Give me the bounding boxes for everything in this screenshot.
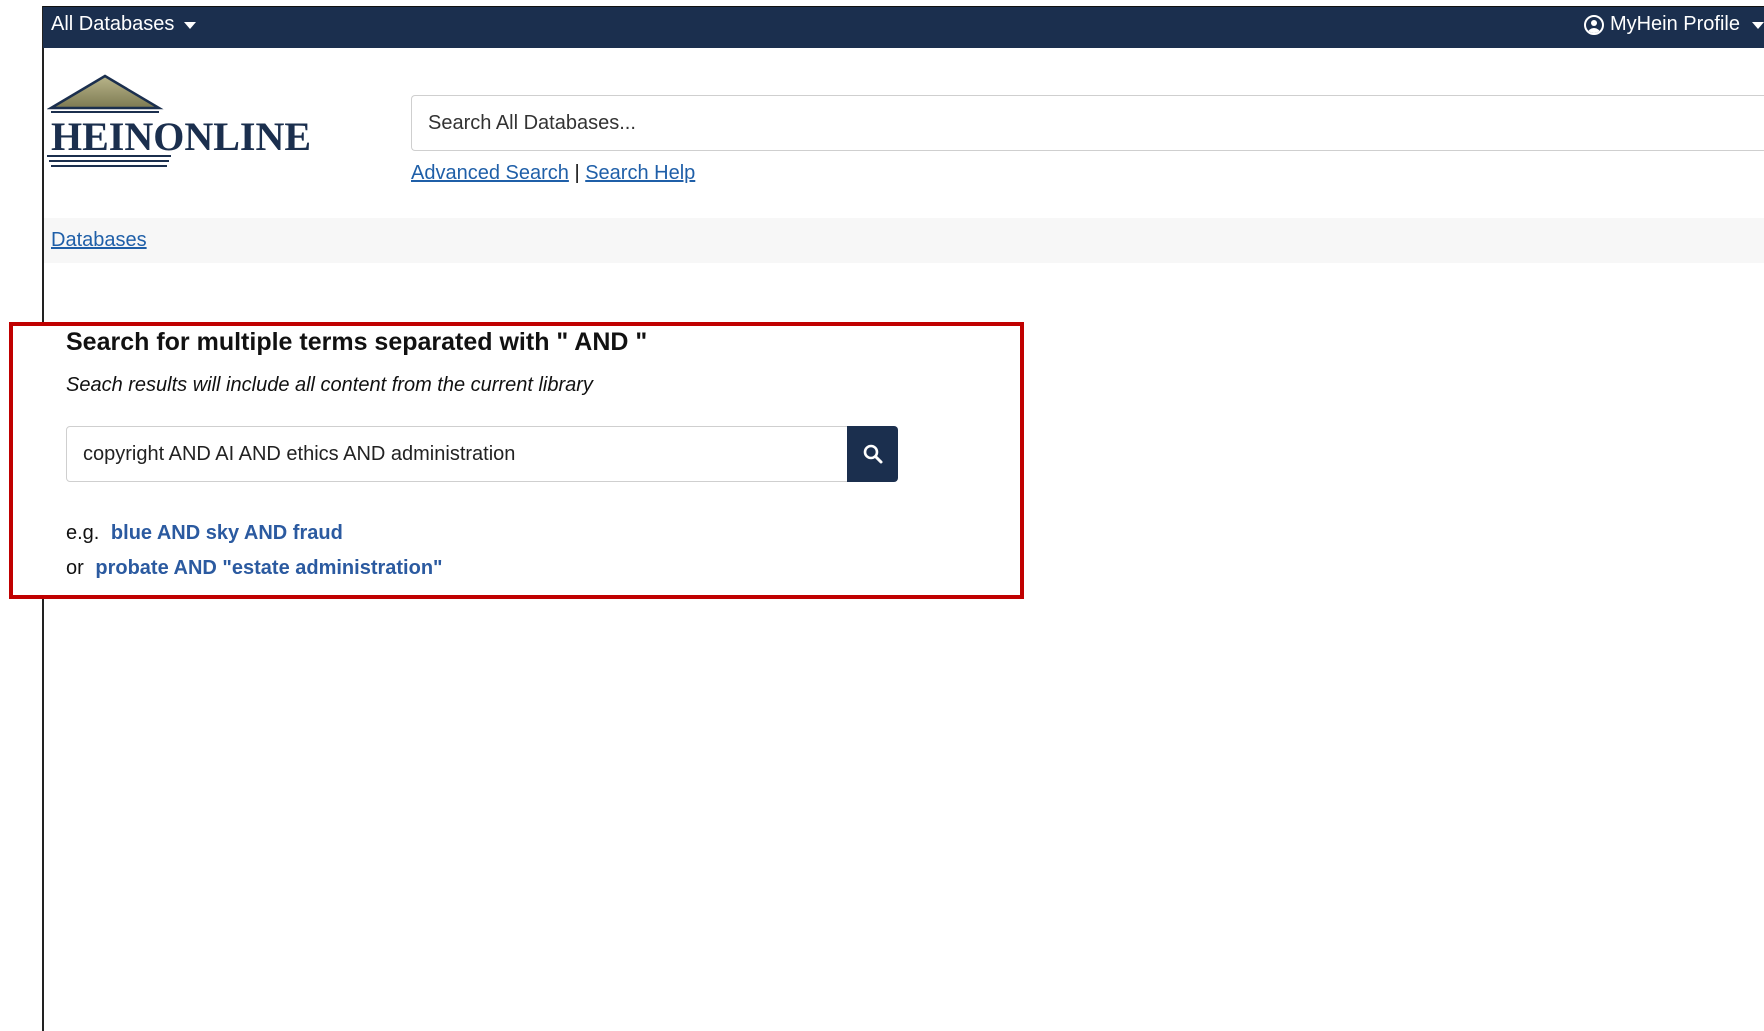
myhein-profile-label: MyHein Profile — [1609, 13, 1740, 35]
myhein-profile-dropdown[interactable]: MyHein Profile — [1583, 13, 1764, 36]
example-link-probate-estate[interactable]: probate AND "estate administration" — [95, 557, 442, 579]
search-links: Advanced Search | Search Help — [411, 162, 695, 185]
breadcrumb-databases-link[interactable]: Databases — [51, 229, 147, 252]
logo-text: HEINONLINE — [51, 114, 311, 159]
example-line-2: or probate AND "estate administration" — [66, 557, 443, 580]
example-link-blue-sky-fraud[interactable]: blue AND sky AND fraud — [111, 522, 343, 544]
global-search-input[interactable] — [411, 95, 1764, 151]
breadcrumb: Databases — [44, 218, 1764, 263]
caret-down-icon — [184, 22, 197, 29]
search-help-link[interactable]: Search Help — [585, 162, 695, 184]
example-prefix-eg: e.g. — [66, 522, 100, 544]
search-icon — [863, 444, 882, 464]
heinonline-logo[interactable]: HEINONLINE — [47, 74, 312, 170]
user-circle-icon — [1583, 14, 1604, 35]
example-line-1: e.g. blue AND sky AND fraud — [66, 522, 343, 545]
all-databases-dropdown[interactable]: All Databases — [51, 13, 197, 36]
all-databases-label: All Databases — [51, 13, 175, 35]
advanced-search-link[interactable]: Advanced Search — [411, 162, 569, 184]
multi-term-search-input[interactable] — [66, 426, 848, 482]
multi-term-search-button[interactable] — [847, 426, 898, 482]
caret-down-icon — [1752, 22, 1764, 29]
multi-term-title: Search for multiple terms separated with… — [66, 328, 648, 356]
link-separator: | — [574, 162, 580, 184]
top-navigation-bar: All Databases MyHein Profile — [43, 6, 1764, 48]
multi-term-subtitle: Seach results will include all content f… — [66, 374, 593, 396]
example-prefix-or: or — [66, 557, 84, 579]
